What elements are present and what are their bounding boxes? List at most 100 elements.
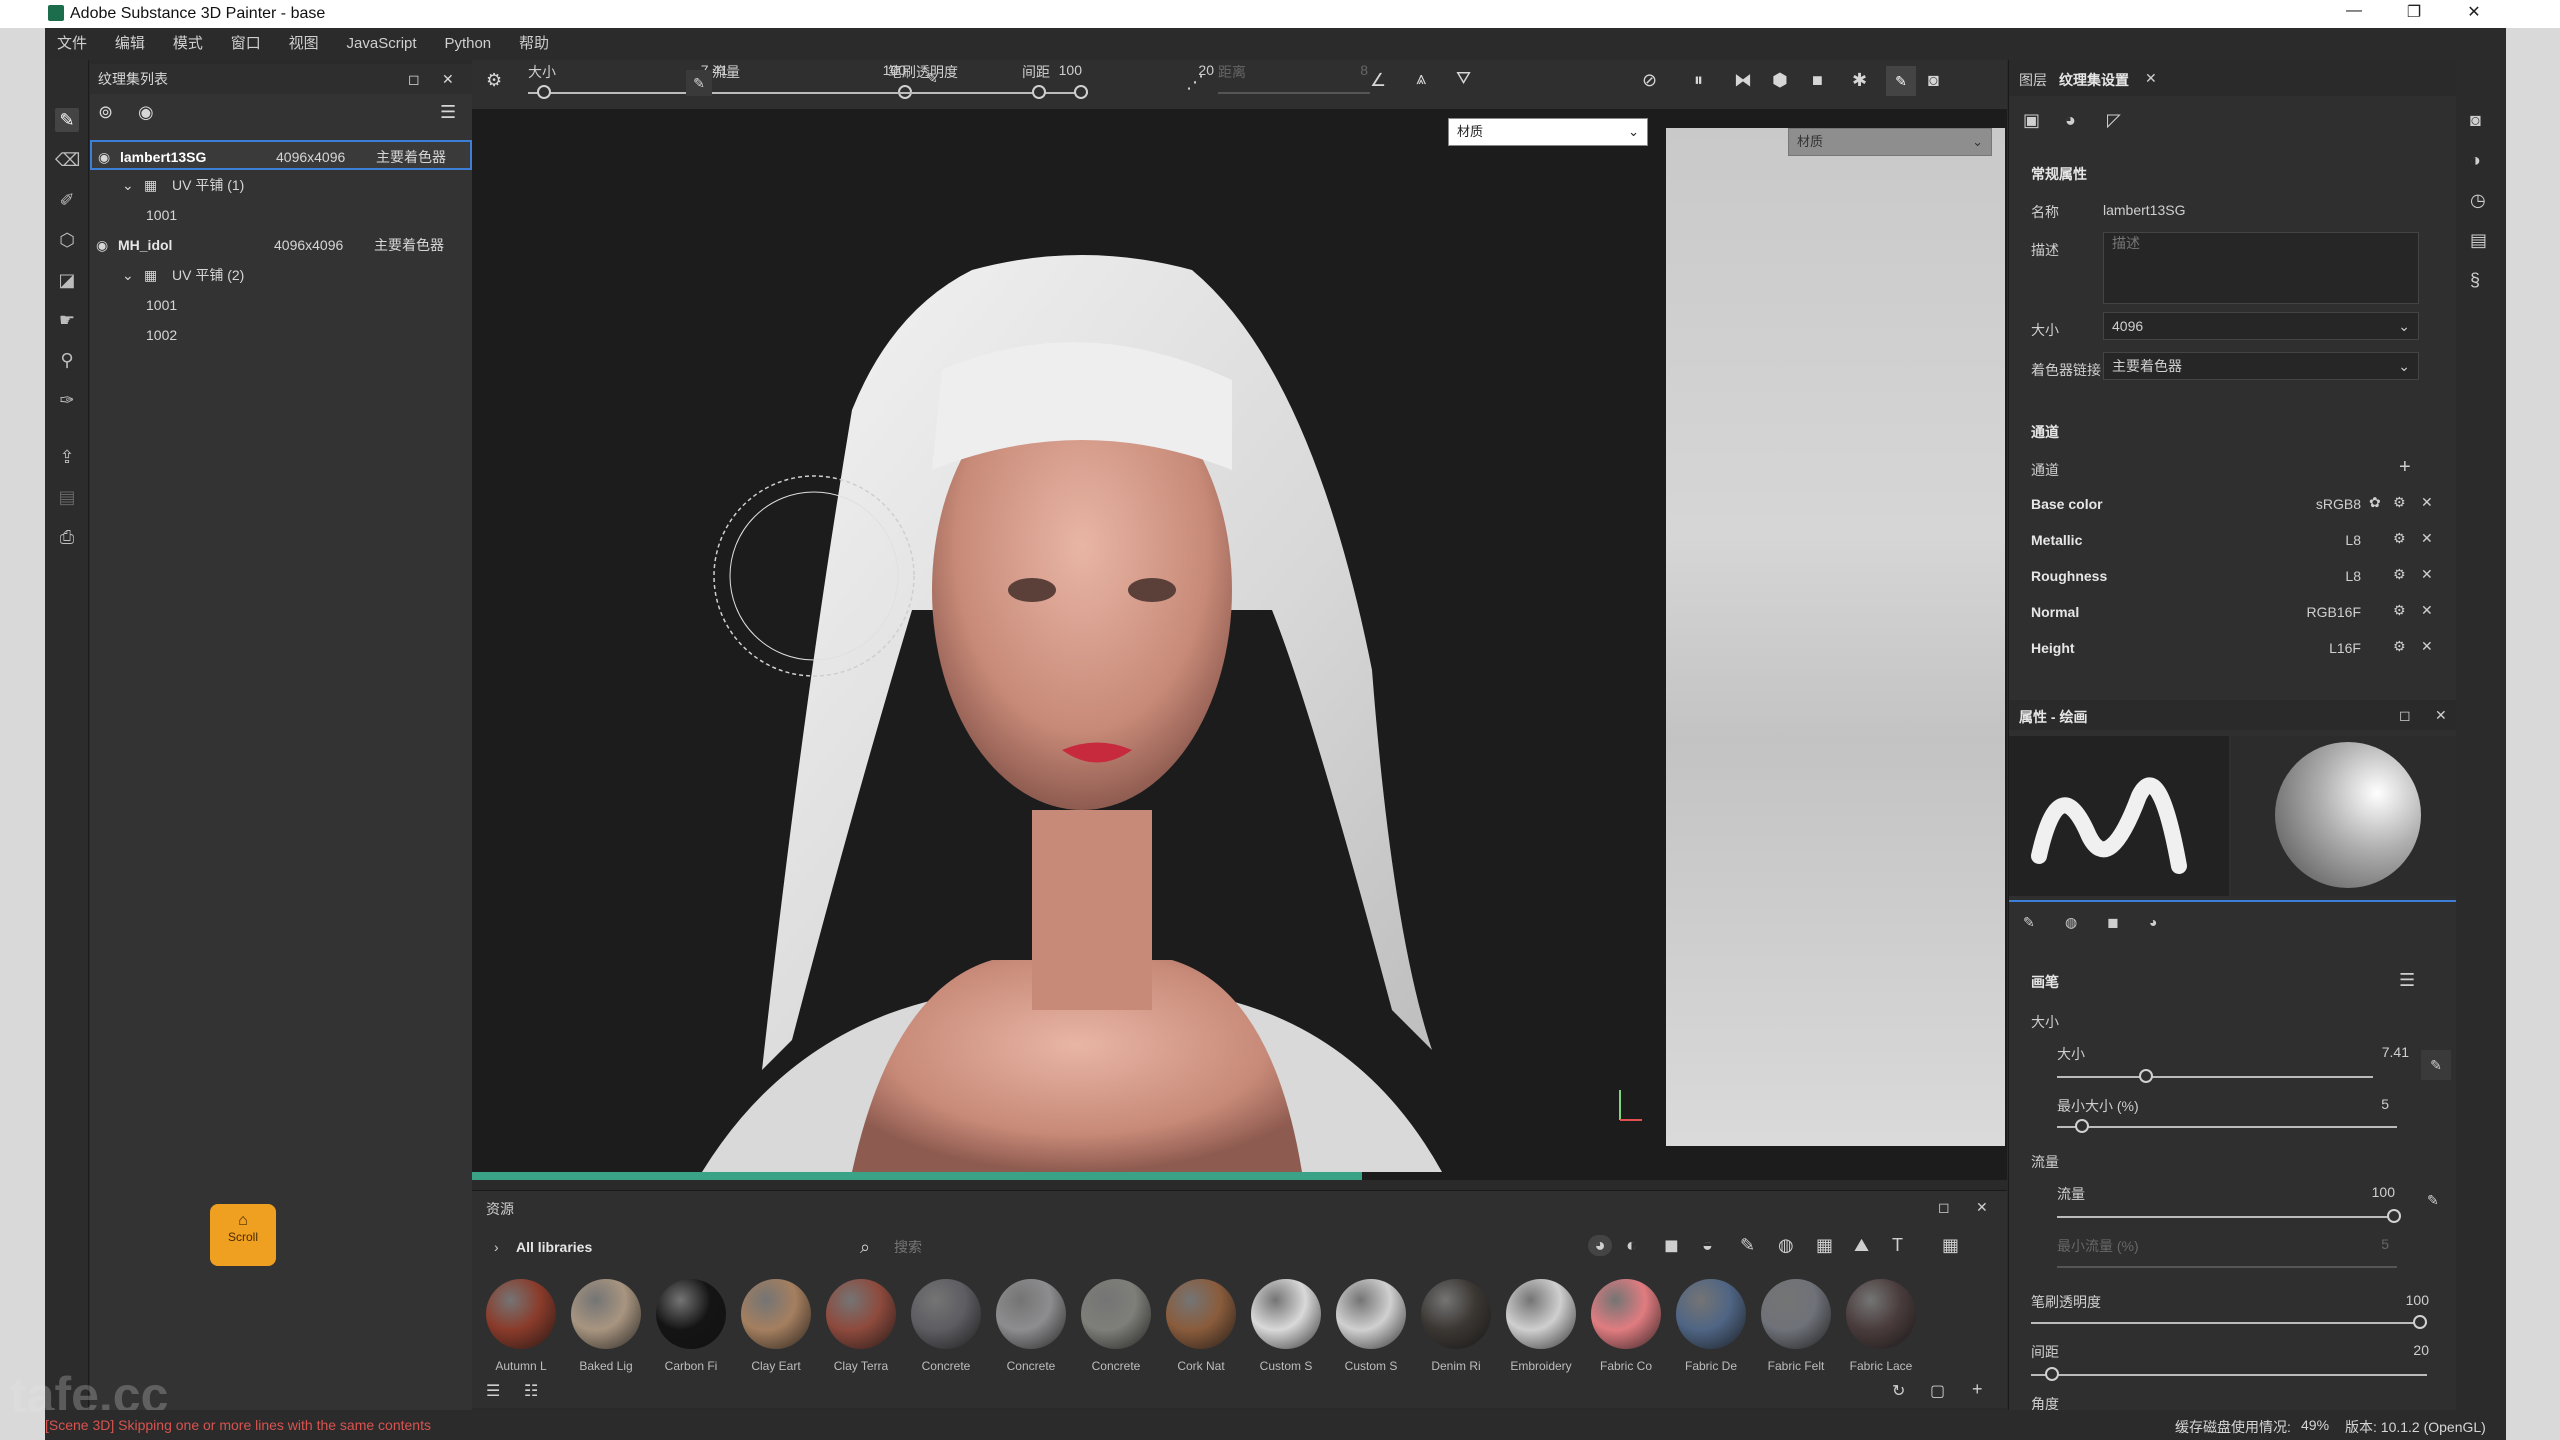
brush-flow-value[interactable]: 100: [2355, 1184, 2395, 1200]
scroll-widget[interactable]: ⌂ Scroll: [210, 1204, 276, 1266]
brush-size-slider-track[interactable]: [2057, 1076, 2373, 1078]
float-panel-icon[interactable]: ◻: [2399, 707, 2411, 724]
display-settings-icon[interactable]: ◙: [2470, 110, 2481, 131]
measure-tool-icon[interactable]: ▤: [55, 485, 79, 509]
channel-format[interactable]: L8: [2249, 532, 2361, 548]
brush-tab-icon[interactable]: ✎: [2023, 914, 2035, 931]
filter-options-icon[interactable]: ☰: [486, 1381, 500, 1401]
remove-channel-icon[interactable]: ✕: [2421, 602, 2433, 619]
texture-set-row[interactable]: ◉ MH_idol 4096x4096 主要着色器: [90, 230, 472, 260]
brush-flow-slider-track[interactable]: [2057, 1216, 2397, 1218]
brush-size-slider-knob[interactable]: [2139, 1069, 2153, 1083]
material-thumbnail[interactable]: [571, 1279, 641, 1349]
material-tab-icon[interactable]: ◕: [2149, 914, 2157, 930]
close-panel-icon[interactable]: ✕: [442, 64, 454, 94]
brush-opacity-slider-track[interactable]: [2031, 1322, 2427, 1324]
pressure-size-icon[interactable]: ✎: [2421, 1050, 2451, 1080]
brush-opacity-slider-knob[interactable]: [2413, 1315, 2427, 1329]
material-thumbnail[interactable]: [741, 1279, 811, 1349]
float-panel-icon[interactable]: ◻: [408, 64, 420, 94]
symmetry-toggle-icon[interactable]: ⧓: [1734, 70, 1752, 91]
eye-icon[interactable]: ◉: [138, 102, 154, 123]
min-flow-slider-track[interactable]: [2057, 1266, 2397, 1268]
distance-value[interactable]: 8: [1312, 62, 1368, 78]
shader-select[interactable]: 主要着色器 ⌄: [2103, 352, 2419, 380]
remove-channel-icon[interactable]: ✕: [2421, 638, 2433, 655]
shader-icon[interactable]: ◕: [2065, 110, 2076, 131]
min-size-slider-track[interactable]: [2057, 1126, 2397, 1128]
tab-layers[interactable]: 图层: [2019, 70, 2047, 90]
camera-icon[interactable]: ■: [1812, 70, 1823, 91]
cube-icon[interactable]: ⬢: [1772, 70, 1788, 91]
uv-icon[interactable]: ◸: [2107, 110, 2121, 131]
eye-icon[interactable]: ◉: [96, 230, 108, 260]
description-field[interactable]: [2103, 232, 2419, 304]
add-channel-icon[interactable]: +: [2399, 456, 2411, 479]
material-thumbnail[interactable]: [656, 1279, 726, 1349]
log-icon[interactable]: ▤: [2470, 230, 2487, 251]
distance-slider-track[interactable]: [1218, 92, 1370, 94]
substance-icon[interactable]: §: [2470, 270, 2480, 291]
flow-slider-track[interactable]: [712, 92, 912, 94]
channel-settings-icon[interactable]: ⚙: [2393, 566, 2406, 583]
shader-settings-icon[interactable]: ◑: [2470, 150, 2481, 171]
texture-set-row[interactable]: ◉ lambert13SG 4096x4096 主要着色器: [90, 140, 472, 170]
min-size-value[interactable]: 5: [2369, 1096, 2389, 1112]
restore-button[interactable]: ❐: [2394, 2, 2434, 26]
size-slider-knob[interactable]: [537, 85, 552, 99]
visibility-toggle-icon[interactable]: ⊚: [98, 102, 113, 123]
pressure-size-icon[interactable]: ✎: [686, 70, 712, 96]
chevron-down-icon[interactable]: ⌄: [122, 170, 134, 200]
material-thumbnail[interactable]: [1676, 1279, 1746, 1349]
folder-icon[interactable]: ▢: [1930, 1381, 1945, 1401]
flow-value[interactable]: 100: [772, 62, 906, 78]
min-size-slider-knob[interactable]: [2075, 1119, 2089, 1133]
brush-flow-slider-knob[interactable]: [2387, 1209, 2401, 1223]
geometry-mask-tool-icon[interactable]: ◪: [55, 268, 79, 292]
color-picker-tool-icon[interactable]: ✑: [55, 388, 79, 412]
channel-format[interactable]: L16F: [2249, 640, 2361, 656]
paint-mode-icon[interactable]: ✎: [1886, 66, 1916, 96]
refresh-icon[interactable]: ↻: [1892, 1381, 1905, 1401]
uv-material-select[interactable]: 材质 ⌄: [1788, 128, 1992, 156]
uv-tile-row[interactable]: 1001: [90, 290, 472, 320]
material-thumbnail[interactable]: [1846, 1279, 1916, 1349]
spacing-slider-knob[interactable]: [1031, 85, 1046, 99]
menu-mode[interactable]: 模式: [161, 28, 215, 60]
channel-row[interactable]: Base color sRGB8 ✿ ⚙ ✕: [2009, 488, 2457, 522]
hide-icon[interactable]: ⊘: [1642, 70, 1657, 91]
smudge-tool-icon[interactable]: ☛: [55, 308, 79, 332]
add-asset-icon[interactable]: +: [1972, 1379, 1983, 1400]
remove-channel-icon[interactable]: ✕: [2421, 494, 2433, 511]
light-icon[interactable]: ✱: [1852, 70, 1867, 91]
menu-javascript[interactable]: JavaScript: [335, 28, 429, 60]
material-thumbnail[interactable]: [1761, 1279, 1831, 1349]
menu-help[interactable]: 帮助: [507, 28, 561, 60]
brush-options-icon[interactable]: ☰: [2399, 970, 2415, 991]
export-tool-icon[interactable]: ⎙: [55, 525, 79, 549]
symmetry-icon[interactable]: ⩓: [1416, 68, 1426, 89]
tab-texture-set-settings[interactable]: 纹理集设置: [2059, 70, 2129, 90]
eye-icon[interactable]: ◉: [98, 142, 110, 172]
stencil-tab-icon[interactable]: ◼: [2107, 914, 2119, 931]
uv-viewport[interactable]: 材质 ⌄: [1666, 128, 2005, 1146]
material-thumbnail[interactable]: [996, 1279, 1066, 1349]
uv-tile-row[interactable]: 1001: [90, 200, 472, 230]
menu-window[interactable]: 窗口: [219, 28, 273, 60]
list-options-icon[interactable]: ☰: [440, 102, 456, 123]
material-thumbnail[interactable]: [1336, 1279, 1406, 1349]
uv-tiles-row[interactable]: ⌄ ▦ UV 平铺 (2): [90, 260, 472, 290]
bake-tool-icon[interactable]: ⇪: [55, 445, 79, 469]
uv-tile-row[interactable]: 1002: [90, 320, 472, 350]
material-thumbnail[interactable]: [826, 1279, 896, 1349]
remove-channel-icon[interactable]: ✕: [2421, 566, 2433, 583]
channel-settings-icon[interactable]: ⚙: [2393, 530, 2406, 547]
material-thumbnail[interactable]: [1166, 1279, 1236, 1349]
channel-row[interactable]: Height L16F ⚙ ✕: [2009, 632, 2457, 666]
projection-tool-icon[interactable]: ✐: [55, 188, 79, 212]
channel-format[interactable]: RGB16F: [2249, 604, 2361, 620]
clone-tool-icon[interactable]: ⚲: [55, 348, 79, 372]
channel-row[interactable]: Roughness L8 ⚙ ✕: [2009, 560, 2457, 594]
material-thumbnail[interactable]: [1591, 1279, 1661, 1349]
close-window-button[interactable]: ✕: [2454, 2, 2494, 26]
